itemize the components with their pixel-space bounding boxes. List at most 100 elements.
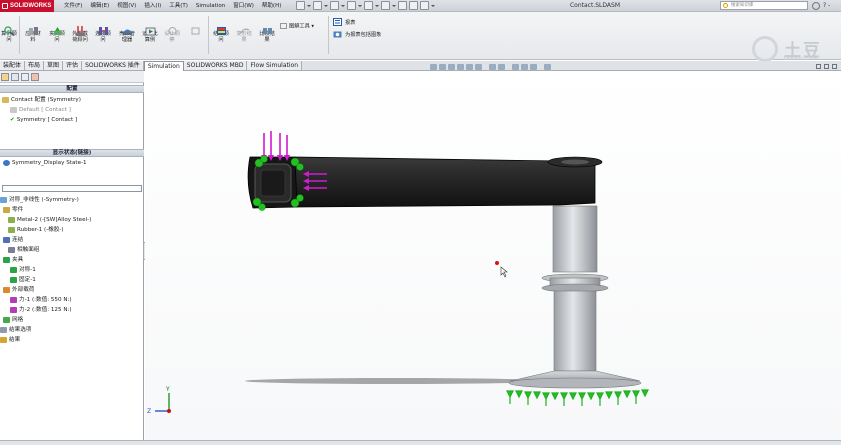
fixture-advisor-button[interactable]: 夹具顾 问	[46, 14, 68, 44]
dropdown-arrow-icon[interactable]	[392, 1, 396, 10]
menu-file[interactable]: 文件(F)	[60, 0, 86, 12]
print-icon[interactable]	[347, 1, 356, 10]
external-loads-advisor-button[interactable]: 外部载 荷顾问	[69, 14, 91, 44]
menu-tools[interactable]: 工具(T)	[165, 0, 192, 12]
rebuild-icon[interactable]	[398, 1, 407, 10]
search-input[interactable]: 搜索知识库	[720, 1, 808, 10]
tab-evaluate[interactable]: 评估	[63, 61, 83, 70]
property-manager-tab-icon[interactable]	[11, 73, 19, 81]
report-button[interactable]: 报表	[333, 16, 381, 28]
plot-tools-button[interactable]: 图解工具 ▾	[280, 17, 332, 30]
contact-set-item[interactable]: 相触面组	[8, 245, 39, 255]
display-style-icon[interactable]	[489, 64, 496, 70]
fixture-symbols-base[interactable]	[506, 389, 649, 406]
mouse-cursor-icon	[495, 261, 508, 278]
display-pane-icon[interactable]	[544, 64, 551, 70]
solidworks-logo[interactable]: SOLIDWORKS	[0, 0, 54, 12]
run-study-button[interactable]: 运行此 算例	[140, 14, 160, 44]
triad-y-label: Y	[165, 386, 170, 393]
connections-folder[interactable]: 连结	[3, 235, 23, 245]
close-viewport-icon[interactable]	[832, 64, 837, 69]
configuration-manager-tab-icon[interactable]	[21, 73, 29, 81]
plot-tools-disabled-button[interactable]	[184, 14, 206, 37]
tab-flow-simulation[interactable]: Flow Simulation	[247, 61, 303, 70]
tree-label: 结果	[9, 337, 21, 343]
dropdown-arrow-icon[interactable]	[358, 1, 362, 10]
save-icon[interactable]	[330, 1, 339, 10]
external-loads-folder[interactable]: 外部载荷	[3, 285, 34, 295]
study-filter-input[interactable]	[2, 185, 142, 192]
tab-sketch[interactable]: 草图	[44, 61, 64, 70]
dynamic-annotation-icon[interactable]	[466, 64, 473, 70]
zoom-to-fit-icon[interactable]	[430, 64, 437, 70]
tab-layout[interactable]: 布局	[25, 61, 45, 70]
menu-view[interactable]: 视图(V)	[113, 0, 140, 12]
help-button[interactable]: ? -	[823, 1, 830, 11]
load-item-force-2[interactable]: 力-2 (:数值: 125 N:)	[10, 305, 72, 315]
search-button-icon[interactable]	[812, 2, 820, 10]
tile-viewport-icon[interactable]	[824, 64, 829, 69]
part-item-metal[interactable]: Metal-2 (-[SW]Alloy Steel-)	[8, 215, 91, 225]
results-folder[interactable]: 结果	[0, 335, 20, 345]
study-advisor-button[interactable]: 算例顾 问	[1, 14, 17, 44]
compare-results-button[interactable]: 比较结 果	[256, 14, 278, 44]
results-advisor-button[interactable]: 结果顾 问	[210, 14, 232, 44]
fixture-item-fixed[interactable]: 固定-1	[10, 275, 36, 285]
tab-assembly[interactable]: 装配体	[0, 61, 26, 70]
mesh-item[interactable]: 网格	[3, 315, 23, 325]
result-options-item[interactable]: 结果选项	[0, 325, 31, 335]
dropdown-arrow-icon[interactable]	[431, 1, 435, 10]
dropdown-arrow-icon[interactable]	[341, 1, 345, 10]
section-view-icon[interactable]	[457, 64, 464, 70]
edit-appearance-icon[interactable]	[512, 64, 519, 70]
menu-simulation[interactable]: Simulation	[192, 0, 229, 12]
display-state-item[interactable]: Symmetry_Display State-1	[3, 158, 87, 168]
restore-viewport-icon[interactable]	[816, 64, 821, 69]
options-icon[interactable]	[420, 1, 429, 10]
tab-solidworks-mbd[interactable]: SOLIDWORKS MBD	[183, 61, 248, 70]
dropdown-arrow-icon[interactable]	[324, 1, 328, 10]
shell-manager-button[interactable]: 壳体管 理器	[115, 14, 139, 44]
open-document-icon[interactable]	[313, 1, 322, 10]
config-item-default[interactable]: Default [ Contact ]	[10, 105, 71, 115]
model-viewport[interactable]: Y Z	[145, 71, 841, 440]
fixture-item-symmetry[interactable]: 对称-1	[10, 265, 36, 275]
select-icon[interactable]	[381, 1, 390, 10]
dropdown-arrow-icon[interactable]	[307, 1, 311, 10]
include-image-for-report-button[interactable]: 为报表包括图象	[333, 28, 381, 40]
tab-solidworks-addins[interactable]: SOLIDWORKS 插件	[82, 61, 144, 70]
quick-access-toolbar	[296, 1, 435, 11]
design-insight-button[interactable]: 设计洞 察	[161, 14, 183, 44]
new-document-icon[interactable]	[296, 1, 305, 10]
undo-icon[interactable]	[364, 1, 373, 10]
tree-label: 网格	[12, 317, 24, 323]
config-item-symmetry[interactable]: ✔ Symmetry [ Contact ]	[10, 115, 77, 125]
apply-material-button[interactable]: 应用材 料	[22, 14, 44, 44]
view-settings-icon[interactable]	[530, 64, 537, 70]
dropdown-arrow-icon[interactable]	[375, 1, 379, 10]
menu-help[interactable]: 帮助(H)	[258, 0, 285, 12]
part-item-rubber[interactable]: Rubber-1 (-橡胶-)	[8, 225, 64, 235]
view-orientation-icon[interactable]	[475, 64, 482, 70]
graphics-area[interactable]: Y Z	[145, 64, 841, 440]
zoom-to-area-icon[interactable]	[439, 64, 446, 70]
feature-manager-tab-icon[interactable]	[1, 73, 9, 81]
config-root-item[interactable]: Contact 配置 (Symmetry)	[2, 95, 81, 105]
fixtures-folder[interactable]: 夹具	[3, 255, 23, 265]
study-root-item[interactable]: 对称_非线性 (-Symmetry-)	[0, 195, 79, 205]
parts-folder[interactable]: 零件	[3, 205, 23, 215]
load-item-force-1[interactable]: 力-1 (:数值: 550 N:)	[10, 295, 72, 305]
display-manager-tab-icon[interactable]	[31, 73, 39, 81]
menu-edit[interactable]: 编辑(E)	[86, 0, 113, 12]
file-properties-icon[interactable]	[409, 1, 418, 10]
previous-view-icon[interactable]	[448, 64, 455, 70]
tree-label: 力-2 (:数值: 125 N:)	[19, 307, 72, 313]
connections-advisor-button[interactable]: 连接顾 问	[92, 14, 114, 44]
tab-simulation[interactable]: Simulation	[143, 61, 184, 71]
menu-insert[interactable]: 插入(I)	[140, 0, 165, 12]
deformed-result-button[interactable]: 变形结 果	[234, 14, 254, 44]
hide-show-items-icon[interactable]	[498, 64, 505, 70]
column-part[interactable]	[508, 205, 642, 389]
menu-window[interactable]: 窗口(W)	[229, 0, 258, 12]
apply-scene-icon[interactable]	[521, 64, 528, 70]
